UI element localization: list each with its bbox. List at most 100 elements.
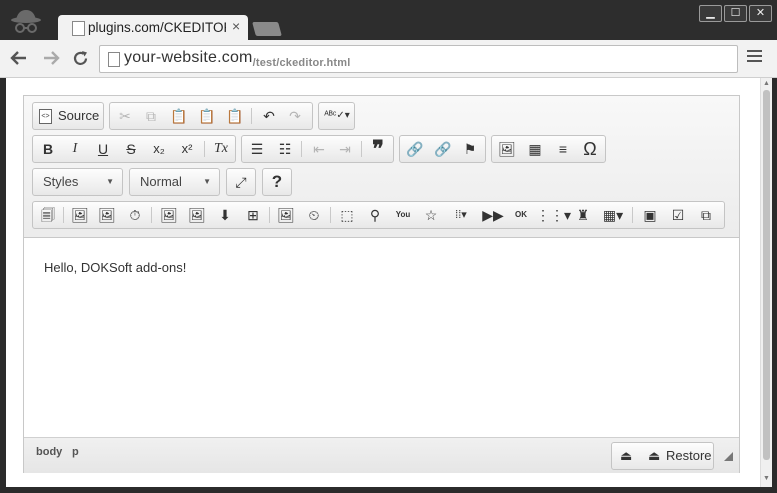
menu-icon[interactable] <box>747 50 762 65</box>
new-tab-button[interactable] <box>252 22 282 36</box>
redo-icon[interactable]: ↷ <box>282 103 308 129</box>
path-p[interactable]: p <box>72 446 79 458</box>
templates-icon[interactable]: ⧉ <box>693 202 719 228</box>
chevron-down-icon: ▼ <box>203 177 211 186</box>
link-icon[interactable]: 🔗 <box>402 136 428 162</box>
page-break-icon[interactable]: ⬚ <box>334 202 360 228</box>
chevron-down-icon: ▼ <box>106 177 114 186</box>
insert-image-icon[interactable]: 🖼 <box>156 202 182 228</box>
download-icon[interactable]: ⬇ <box>212 202 238 228</box>
back-arrow-icon[interactable] <box>10 50 28 66</box>
maximize-icon[interactable]: ⤢ <box>228 169 254 195</box>
chess-rook-icon[interactable]: ♜ <box>570 202 596 228</box>
plugins-group: 🗐 🖼 🖼 ⏱ 🖼 🖼 ⬇ ⊞ 🖼 ⏲ ⬚ ⚲ You ☆ ⁞⁞▾ ▶▶ OK … <box>32 201 725 229</box>
path-body[interactable]: body <box>36 446 62 458</box>
underline-button[interactable]: U <box>90 136 116 162</box>
video-icon[interactable]: ▣ <box>637 202 663 228</box>
styles-label: Styles <box>43 174 79 189</box>
close-window-button[interactable]: ✕ <box>749 5 772 22</box>
image-edit-icon[interactable]: 🖼 <box>67 202 93 228</box>
table-icon[interactable]: ▦ <box>522 136 548 162</box>
url-host: your-website.com <box>124 49 253 66</box>
anchor-flag-icon[interactable]: ⚑ <box>457 136 483 162</box>
unlink-icon[interactable]: 🔗 <box>430 136 456 162</box>
image-link-icon[interactable]: 🖼 <box>273 202 299 228</box>
indent-icon[interactable]: ⇥ <box>332 136 358 162</box>
tab-close-icon[interactable]: × <box>232 18 240 34</box>
scroll-up-icon[interactable]: ▲ <box>763 80 770 87</box>
history-icon[interactable]: ⏲ <box>301 202 327 228</box>
restore-label: Restore <box>666 448 712 463</box>
image-icon[interactable]: 🖼 <box>494 136 520 162</box>
maximize-group: ⤢ <box>226 168 256 196</box>
help-button[interactable]: ? <box>264 169 290 195</box>
table-dropdown-icon[interactable]: ▦▾ <box>598 202 628 228</box>
remove-format-button[interactable]: Tx <box>208 136 234 162</box>
grid-dropdown-icon[interactable]: ⋮⋮▾ <box>536 202 571 228</box>
link-group: 🔗 🔗 ⚑ <box>399 135 486 163</box>
horizontal-line-icon[interactable]: ≡ <box>550 136 576 162</box>
subscript-button[interactable]: x₂ <box>146 136 172 162</box>
image-resize-icon[interactable]: 🖼 <box>94 202 120 228</box>
resize-handle[interactable] <box>724 452 733 461</box>
paste-word-icon[interactable]: 📋 <box>222 103 248 129</box>
strike-button[interactable]: S <box>118 136 144 162</box>
format-combo[interactable]: Normal ▼ <box>129 168 220 196</box>
separator <box>251 108 252 124</box>
fast-forward-icon[interactable]: ▶▶ <box>480 202 506 228</box>
star-icon[interactable]: ☆ <box>418 202 444 228</box>
content-paragraph[interactable]: Hello, DOKSoft add-ons! <box>44 260 186 275</box>
browser-tab[interactable]: plugins.com/CKEDITOR × <box>58 15 248 41</box>
editor-content[interactable]: Hello, DOKSoft add-ons! <box>24 238 739 437</box>
map-marker-icon[interactable]: ⚲ <box>362 202 388 228</box>
youtube-icon[interactable]: You <box>390 202 416 228</box>
thumbnails-icon[interactable]: ⊞ <box>240 202 266 228</box>
address-bar[interactable]: your-website.com/test/ckeditor.html <box>99 45 738 73</box>
separator <box>361 141 362 157</box>
special-char-button[interactable]: Ω <box>577 136 603 162</box>
blockquote-button[interactable]: ❞ <box>365 136 391 162</box>
browser-window: plugins.com/CKEDITOR × ▁ ☐ ✕ your-websit… <box>0 0 777 493</box>
upload-timer-icon[interactable]: ⏱ <box>122 202 148 228</box>
spellcheck-group: ᴬᴮᶜ✓▾ <box>318 102 355 130</box>
maximize-button[interactable]: ☐ <box>724 5 747 22</box>
bold-button[interactable]: B <box>35 136 61 162</box>
styles-combo[interactable]: Styles ▼ <box>32 168 123 196</box>
copy-icon[interactable]: ⧉ <box>138 103 164 129</box>
paste-icon[interactable]: 📋 <box>166 103 192 129</box>
separator <box>269 207 270 223</box>
list-group: ☰ ☷ ⇤ ⇥ ❞ <box>241 135 394 163</box>
bulleted-list-icon[interactable]: ☷ <box>272 136 298 162</box>
separator <box>632 207 633 223</box>
superscript-button[interactable]: x² <box>174 136 200 162</box>
url-text: your-website.com/test/ckeditor.html <box>124 49 350 69</box>
source-button[interactable]: Source <box>58 103 99 129</box>
italic-button[interactable]: I <box>62 136 88 162</box>
outdent-icon[interactable]: ⇤ <box>306 136 332 162</box>
columns-icon[interactable]: ⁞⁞▾ <box>446 202 476 228</box>
ok-badge-icon[interactable]: OK <box>508 202 534 228</box>
separator <box>301 141 302 157</box>
paste-text-icon[interactable]: 📋 <box>194 103 220 129</box>
cut-icon[interactable]: ✂ <box>112 103 138 129</box>
forward-arrow-icon[interactable] <box>42 50 60 66</box>
save-draft-icon: ⏏ <box>620 448 633 463</box>
spellcheck-icon[interactable]: ᴬᴮᶜ✓▾ <box>321 103 353 129</box>
separator <box>63 207 64 223</box>
file-manager-icon[interactable]: 🗐 <box>35 202 61 228</box>
reload-icon[interactable] <box>72 50 89 67</box>
restore-button[interactable]: ⏏ ⏏ Restore <box>611 442 714 470</box>
source-group: <> Source <box>32 102 104 130</box>
url-path: /test/ckeditor.html <box>252 57 351 69</box>
scroll-down-icon[interactable]: ▼ <box>763 475 770 482</box>
ckeditor: <> Source ✂ ⧉ 📋 📋 📋 ↶ ↷ ᴬᴮᶜ✓▾ B I U S x₂… <box>23 95 740 473</box>
page-icon <box>72 21 85 36</box>
page-scrollbar[interactable]: ▲ ▼ <box>760 78 772 487</box>
title-bar: plugins.com/CKEDITOR × ▁ ☐ ✕ <box>0 0 777 41</box>
gallery-icon[interactable]: 🖼 <box>184 202 210 228</box>
checklist-icon[interactable]: ☑ <box>665 202 691 228</box>
numbered-list-icon[interactable]: ☰ <box>244 136 270 162</box>
minimize-button[interactable]: ▁ <box>699 5 722 22</box>
scroll-thumb[interactable] <box>763 90 770 460</box>
undo-icon[interactable]: ↶ <box>256 103 282 129</box>
